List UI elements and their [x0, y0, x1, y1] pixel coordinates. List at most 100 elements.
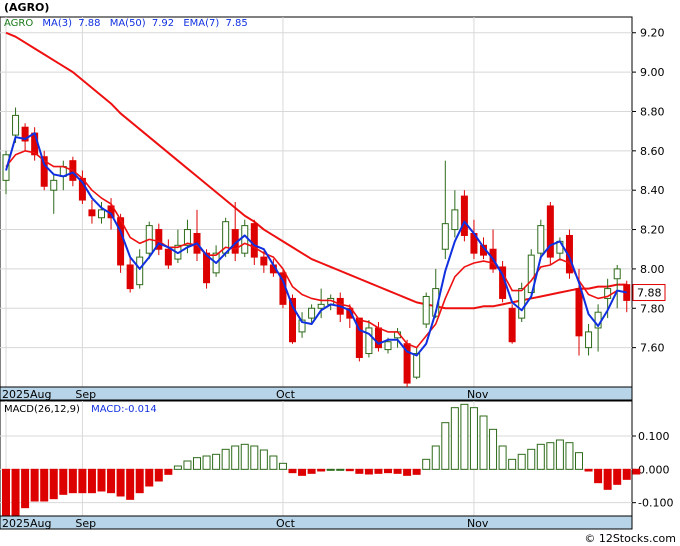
- candle-body: [308, 307, 316, 319]
- macd-bar: [584, 468, 593, 472]
- candle-body: [441, 223, 449, 250]
- macd-bar: [412, 468, 421, 475]
- candle-body: [422, 295, 430, 325]
- macd-bar: [364, 468, 373, 475]
- candle-body: [12, 114, 20, 136]
- date-label: Oct: [276, 388, 296, 401]
- date-label: 2025Aug: [2, 517, 51, 530]
- last-price-flag: 7.88: [632, 284, 666, 302]
- macd-bar: [107, 468, 116, 494]
- candle-body: [575, 288, 583, 337]
- macd-bar: [173, 465, 182, 470]
- macd-bar: [613, 468, 622, 485]
- macd-bar: [345, 468, 354, 472]
- last-price-label: 7.88: [637, 287, 662, 300]
- date-label: Oct: [276, 517, 296, 530]
- candle-body: [88, 209, 96, 217]
- macd-bar: [498, 445, 507, 470]
- macd-bar: [145, 468, 154, 487]
- candle-body: [50, 179, 58, 191]
- candle-body: [126, 264, 134, 290]
- macd-bar: [126, 468, 135, 500]
- macd-bar: [508, 458, 517, 470]
- candle-body: [518, 288, 526, 319]
- macd-bar: [336, 468, 345, 471]
- price-tick-label: 8.20: [640, 224, 665, 237]
- macd-bar: [374, 468, 383, 474]
- candle-body: [317, 303, 325, 309]
- macd-bar: [546, 442, 555, 470]
- price-tick-label: 8.60: [640, 145, 665, 158]
- macd-bar: [49, 468, 58, 500]
- price-tick-label: 8.00: [640, 263, 665, 276]
- macd-bar: [59, 468, 68, 495]
- macd-bar: [517, 453, 526, 470]
- macd-bar: [326, 468, 335, 471]
- legend-ma3-label: MA(3): [42, 18, 72, 29]
- macd-legend-label: MACD(26,12,9): [4, 404, 80, 415]
- macd-bar: [317, 468, 326, 472]
- price-axis: 7.60 7.80 8.00 8.20 8.40 8.60 8.80 9.00 9.20: [632, 27, 665, 355]
- macd-bar: [441, 422, 450, 470]
- macd-bar: [603, 468, 612, 490]
- macd-bar: [116, 468, 125, 497]
- macd-bar: [288, 468, 297, 474]
- macd-bar: [489, 428, 498, 470]
- macd-bar: [431, 445, 440, 470]
- legend-ma50-label: MA(50): [110, 18, 146, 29]
- candle-body: [451, 209, 459, 231]
- candle-body: [136, 256, 144, 286]
- macd-bar: [87, 468, 96, 494]
- price-tick-label: 7.80: [640, 302, 665, 315]
- macd-tick-label: 0.000: [638, 463, 670, 476]
- candle-body: [365, 327, 373, 355]
- macd-bar: [193, 457, 201, 470]
- legend-ema7-value: 7.85: [225, 18, 247, 29]
- macd-bar: [384, 468, 392, 474]
- macd-bar: [460, 403, 469, 470]
- price-tick-label: 7.60: [640, 342, 665, 355]
- price-tick-label: 8.40: [640, 184, 665, 197]
- macd-bar: [21, 468, 30, 509]
- macd-bar: [221, 448, 230, 470]
- macd-bar: [164, 468, 173, 475]
- macd-bar: [565, 442, 574, 470]
- price-tick-label: 8.80: [640, 105, 665, 118]
- macd-bar: [575, 452, 583, 470]
- macd-legend: MACD(26,12,9) MACD:-0.014: [4, 404, 157, 415]
- macd-bar: [259, 449, 268, 470]
- legend-ma50-value: 7.92: [152, 18, 174, 29]
- macd-bar: [183, 460, 192, 470]
- macd-bar: [298, 468, 307, 476]
- macd-bar: [469, 407, 478, 470]
- candle-body: [241, 225, 249, 254]
- macd-bar: [250, 445, 259, 470]
- date-label: Nov: [467, 517, 489, 530]
- macd-bar: [594, 468, 603, 484]
- candle-body: [164, 248, 172, 266]
- macd-bar: [40, 468, 49, 502]
- macd-bar: [355, 468, 364, 474]
- macd-bar: [231, 445, 240, 470]
- macd-bar: [212, 453, 221, 470]
- macd-bar: [278, 462, 287, 470]
- macd-bar: [154, 468, 163, 482]
- date-label: Sep: [75, 517, 96, 530]
- macd-bar: [269, 455, 278, 470]
- macd-bar: [11, 468, 20, 517]
- macd-bar: [479, 415, 488, 470]
- macd-bar: [632, 468, 641, 475]
- macd-tick-label: 0.100: [638, 430, 670, 443]
- macd-bar: [307, 468, 316, 474]
- macd-bar: [30, 468, 39, 502]
- macd-bar: [393, 468, 402, 474]
- macd-bar: [78, 468, 87, 494]
- candle-body: [413, 353, 421, 378]
- candle-body: [508, 307, 516, 343]
- candle-body: [613, 268, 621, 280]
- macd-bar: [135, 468, 144, 494]
- macd-bar: [527, 448, 536, 470]
- macd-bar: [68, 468, 77, 494]
- candle-body: [384, 341, 392, 351]
- candle-body: [585, 331, 593, 349]
